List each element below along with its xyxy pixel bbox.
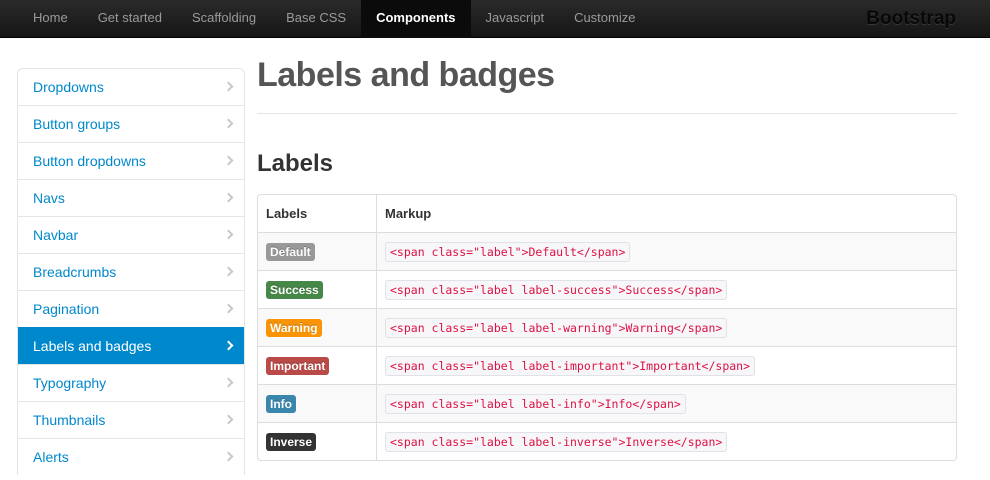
label-default: Default xyxy=(266,242,315,261)
brand-logo[interactable]: Bootstrap xyxy=(866,0,956,38)
nav-link-base-css[interactable]: Base CSS xyxy=(271,0,361,38)
chevron-right-icon xyxy=(223,340,234,351)
table-row: Important <span class="label label-impor… xyxy=(258,346,956,384)
nav-links: Home Get started Scaffolding Base CSS Co… xyxy=(18,0,650,38)
chevron-right-icon xyxy=(223,414,234,425)
sidebar-item-dropdowns[interactable]: Dropdowns xyxy=(18,69,244,105)
markup-code: <span class="label label-important">Impo… xyxy=(385,355,756,376)
chevron-right-icon xyxy=(223,229,234,240)
markup-code: <span class="label label-info">Info</spa… xyxy=(385,393,686,414)
sidebar-item-button-groups[interactable]: Button groups xyxy=(18,105,244,142)
sidebar-item-button-dropdowns[interactable]: Button dropdowns xyxy=(18,142,244,179)
sidebar-item-label: Navs xyxy=(33,190,65,206)
sidebar-item-labels-and-badges[interactable]: Labels and badges xyxy=(18,327,244,364)
label-info: Info xyxy=(266,394,296,413)
sidebar-item-navs[interactable]: Navs xyxy=(18,179,244,216)
table-row: Warning <span class="label label-warning… xyxy=(258,308,956,346)
nav-link-customize[interactable]: Customize xyxy=(559,0,650,38)
top-navbar: Home Get started Scaffolding Base CSS Co… xyxy=(0,0,990,38)
table-row: Info <span class="label label-info">Info… xyxy=(258,384,956,422)
sidebar-item-label: Navbar xyxy=(33,227,79,243)
title-divider xyxy=(257,113,957,114)
chevron-right-icon xyxy=(223,451,234,462)
label-inverse: Inverse xyxy=(266,432,317,451)
nav-link-home[interactable]: Home xyxy=(18,0,83,38)
markup-code: <span class="label label-warning">Warnin… xyxy=(385,317,728,338)
section-title-labels: Labels xyxy=(257,150,334,177)
label-success: Success xyxy=(266,280,323,299)
chevron-right-icon xyxy=(223,192,234,203)
sidebar-item-label: Button dropdowns xyxy=(33,153,146,169)
label-important: Important xyxy=(266,356,330,375)
nav-link-scaffolding[interactable]: Scaffolding xyxy=(177,0,271,38)
chevron-right-icon xyxy=(223,81,234,92)
markup-code: <span class="label label-inverse">Invers… xyxy=(385,431,728,452)
sidebar-item-label: Labels and badges xyxy=(33,338,152,354)
table-header-row: Labels Markup xyxy=(258,195,956,232)
markup-code: <span class="label">Default</span> xyxy=(385,241,631,262)
sidebar-item-label: Pagination xyxy=(33,301,100,317)
chevron-right-icon xyxy=(223,155,234,166)
table-row: Success <span class="label label-success… xyxy=(258,270,956,308)
page-title: Labels and badges xyxy=(257,56,555,94)
chevron-right-icon xyxy=(223,303,234,314)
table-row: Default <span class="label">Default</spa… xyxy=(258,232,956,270)
table-row: Inverse <span class="label label-inverse… xyxy=(258,422,956,460)
sidebar-item-typography[interactable]: Typography xyxy=(18,364,244,401)
column-header-labels: Labels xyxy=(258,195,377,232)
sidebar-item-pagination[interactable]: Pagination xyxy=(18,290,244,327)
sidebar-item-label: Typography xyxy=(33,375,107,391)
sidebar-nav: Dropdowns Button groups Button dropdowns… xyxy=(17,68,245,475)
markup-code: <span class="label label-success">Succes… xyxy=(385,279,728,300)
sidebar-item-alerts[interactable]: Alerts xyxy=(18,438,244,475)
sidebar-item-thumbnails[interactable]: Thumbnails xyxy=(18,401,244,438)
label-warning: Warning xyxy=(266,318,322,337)
nav-link-javascript[interactable]: Javascript xyxy=(471,0,560,38)
chevron-right-icon xyxy=(223,118,234,129)
sidebar-item-label: Alerts xyxy=(33,449,69,465)
sidebar-item-navbar[interactable]: Navbar xyxy=(18,216,244,253)
nav-link-components[interactable]: Components xyxy=(361,0,471,38)
nav-link-get-started[interactable]: Get started xyxy=(83,0,177,38)
sidebar-item-label: Breadcrumbs xyxy=(33,264,117,280)
sidebar-item-label: Dropdowns xyxy=(33,79,104,95)
chevron-right-icon xyxy=(223,266,234,277)
column-header-markup: Markup xyxy=(385,206,432,221)
labels-table: Labels Markup Default <span class="label… xyxy=(257,194,957,461)
sidebar-item-breadcrumbs[interactable]: Breadcrumbs xyxy=(18,253,244,290)
sidebar-item-label: Button groups xyxy=(33,116,121,132)
sidebar-item-label: Thumbnails xyxy=(33,412,106,428)
chevron-right-icon xyxy=(223,377,234,388)
